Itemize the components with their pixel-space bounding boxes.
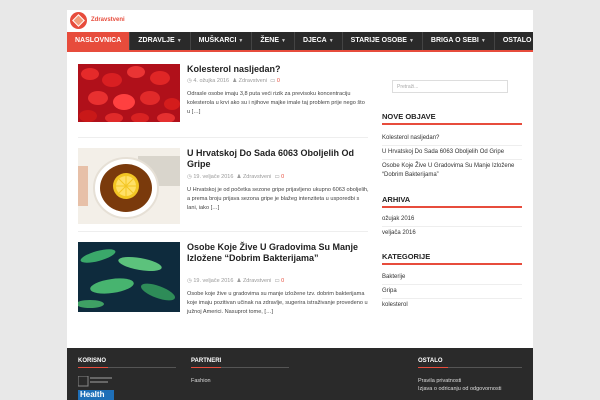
widget-underline bbox=[382, 206, 522, 208]
post-thumbnail[interactable] bbox=[78, 148, 180, 224]
nav-label: ZDRAVLJE bbox=[138, 37, 175, 44]
footer-link-privacy[interactable]: Pravila privatnosti bbox=[418, 378, 461, 384]
post-author[interactable]: Zdravstveni bbox=[243, 278, 271, 284]
site-logo-icon[interactable] bbox=[70, 12, 87, 29]
health-badge[interactable]: Health bbox=[77, 375, 114, 400]
post-author[interactable]: Zdravstveni bbox=[243, 174, 271, 180]
search-input[interactable]: Pretraži... bbox=[392, 80, 508, 93]
link-divider bbox=[382, 284, 522, 285]
user-icon: ♟ bbox=[236, 174, 242, 180]
footer-title-underline bbox=[418, 367, 522, 368]
nav-label: STARIJE OSOBE bbox=[350, 37, 407, 44]
post-title[interactable]: U Hrvatskoj Do Sada 6063 Oboljelih Od Gr… bbox=[187, 148, 367, 170]
link-divider bbox=[382, 159, 522, 160]
footer-link-disclaimer[interactable]: Izjava o odricanju od odgovornosti bbox=[418, 386, 501, 392]
nav-label: MUŠKARCI bbox=[198, 37, 237, 44]
bacteria-image bbox=[78, 242, 180, 312]
post-card: Kolesterol nasljedan? ◷ 4. ožujka 2016 ♟… bbox=[78, 64, 368, 134]
nav-item-muskarci[interactable]: MUŠKARCI ▼ bbox=[191, 32, 253, 50]
nav-label: ŽENE bbox=[260, 37, 280, 44]
main-nav: NASLOVNICA ZDRAVLJE ▼ MUŠKARCI ▼ ŽENE ▼ DJE… bbox=[67, 32, 533, 50]
category-link[interactable]: Bakterije bbox=[382, 273, 522, 282]
user-icon: ♟ bbox=[232, 78, 238, 84]
nav-item-briga-o-sebi[interactable]: BRIGA O SEBI ▼ bbox=[423, 32, 495, 50]
post-card: U Hrvatskoj Do Sada 6063 Oboljelih Od Gr… bbox=[78, 148, 369, 228]
post-comments[interactable]: 0 bbox=[277, 78, 280, 84]
footer-title-ostalo: OSTALO bbox=[418, 358, 443, 364]
post-author[interactable]: Zdravstveni bbox=[239, 78, 267, 84]
widget-title-categories: KATEGORIJE bbox=[382, 252, 431, 261]
post-excerpt: Osobe koje žive u gradovima su manje izl… bbox=[187, 291, 368, 315]
footer-title-underline bbox=[78, 367, 176, 368]
post-thumbnail[interactable] bbox=[78, 64, 180, 122]
post-date: 19. veljače 2016 bbox=[193, 174, 234, 180]
post-meta: ◷ 19. veljače 2016 ♟ Zdravstveni ▭ 0 bbox=[187, 174, 284, 180]
post-thumbnail[interactable] bbox=[78, 242, 180, 312]
post-date: 4. ožujka 2016 bbox=[193, 78, 230, 84]
post-divider bbox=[78, 231, 368, 232]
chevron-down-icon: ▼ bbox=[480, 38, 486, 44]
link-divider bbox=[382, 226, 522, 227]
post-excerpt: Odrasle osobe imaju 3,8 puta veći rizik … bbox=[187, 91, 365, 115]
nav-underline bbox=[67, 50, 533, 52]
nav-item-ostalo[interactable]: OSTALO▼ bbox=[495, 32, 533, 50]
tea-cup-image bbox=[78, 148, 180, 224]
recent-post-link[interactable]: U Hrvatskoj Do Sada 6063 Oboljelih Od Gr… bbox=[382, 148, 522, 157]
site-footer: KORISNO Health PARTNERI Fashion OSTALO P… bbox=[67, 348, 533, 400]
post-title[interactable]: Kolesterol nasljedan? bbox=[187, 64, 367, 75]
widget-title-recent: NOVE OBJAVE bbox=[382, 112, 436, 121]
page-wrapper: Zdravstveni NASLOVNICA ZDRAVLJE ▼ MUŠKARC… bbox=[67, 10, 533, 400]
link-divider bbox=[382, 298, 522, 299]
link-divider bbox=[382, 145, 522, 146]
nav-item-starije-osobe[interactable]: STARIJE OSOBE ▼ bbox=[343, 32, 423, 50]
widget-underline bbox=[382, 123, 522, 125]
post-comments[interactable]: 0 bbox=[281, 174, 284, 180]
archive-link[interactable]: ožujak 2016 bbox=[382, 215, 522, 224]
clock-icon: ◷ bbox=[187, 78, 192, 84]
blood-cells-image bbox=[78, 64, 180, 122]
category-link[interactable]: kolesterol bbox=[382, 301, 522, 310]
category-link[interactable]: Gripa bbox=[382, 287, 522, 296]
health-badge-label: Health bbox=[80, 390, 105, 399]
recent-post-link[interactable]: Kolesterol nasljedan? bbox=[382, 134, 522, 143]
nav-label: BRIGA O SEBI bbox=[430, 37, 479, 44]
clock-icon: ◷ bbox=[187, 174, 192, 180]
post-title[interactable]: Osobe Koje Žive U Gradovima Su Manje Izl… bbox=[187, 242, 367, 264]
nav-label: DJECA bbox=[302, 37, 327, 44]
user-icon: ♟ bbox=[236, 278, 242, 284]
comment-icon: ▭ bbox=[270, 78, 276, 84]
widget-underline bbox=[382, 263, 522, 265]
footer-title-korisno: KORISNO bbox=[78, 358, 107, 364]
post-excerpt: U Hrvatskoj je od početka sezone gripe p… bbox=[187, 187, 369, 211]
nav-item-zdravlje[interactable]: ZDRAVLJE ▼ bbox=[130, 32, 191, 50]
site-name[interactable]: Zdravstveni bbox=[91, 17, 125, 23]
nav-label: NASLOVNICA bbox=[75, 37, 122, 44]
comment-icon: ▭ bbox=[274, 174, 280, 180]
chevron-down-icon: ▼ bbox=[408, 38, 414, 44]
nav-label: OSTALO bbox=[502, 37, 532, 44]
post-divider bbox=[78, 137, 368, 138]
widget-title-archive: ARHIVA bbox=[382, 195, 411, 204]
footer-title-underline bbox=[191, 367, 289, 368]
clock-icon: ◷ bbox=[187, 278, 192, 284]
chevron-down-icon: ▼ bbox=[238, 38, 244, 44]
post-meta: ◷ 4. ožujka 2016 ♟ Zdravstveni ▭ 0 bbox=[187, 78, 280, 84]
post-meta: ◷ 19. veljače 2016 ♟ Zdravstveni ▭ 0 bbox=[187, 278, 284, 284]
post-comments[interactable]: 0 bbox=[281, 278, 284, 284]
post-date: 19. veljače 2016 bbox=[193, 278, 234, 284]
site-header: Zdravstveni bbox=[67, 10, 533, 32]
chevron-down-icon: ▼ bbox=[176, 38, 182, 44]
chevron-down-icon: ▼ bbox=[328, 38, 334, 44]
chevron-down-icon: ▼ bbox=[281, 38, 286, 44]
post-card: Osobe Koje Žive U Gradovima Su Manje Izl… bbox=[78, 242, 368, 322]
footer-title-partneri: PARTNERI bbox=[191, 358, 222, 364]
nav-item-djeca[interactable]: DJECA ▼ bbox=[295, 32, 343, 50]
comment-icon: ▭ bbox=[274, 278, 280, 284]
footer-partner-link[interactable]: Fashion bbox=[191, 378, 211, 384]
nav-item-naslovnica[interactable]: NASLOVNICA bbox=[67, 32, 131, 50]
archive-link[interactable]: veljača 2016 bbox=[382, 229, 522, 238]
nav-item-zene[interactable]: ŽENE ▼ bbox=[252, 32, 295, 50]
recent-post-link[interactable]: Osobe Koje Žive U Gradovima Su Manje Izl… bbox=[382, 162, 522, 180]
